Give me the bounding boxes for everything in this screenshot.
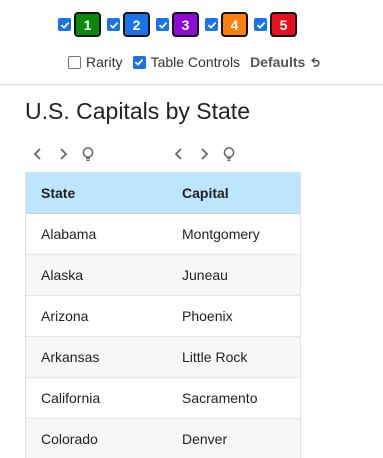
capital-column-header[interactable]: Capital — [167, 185, 300, 201]
chevron-left-icon — [33, 148, 41, 160]
state-hint-button[interactable] — [77, 143, 99, 165]
rarity-4-checkbox[interactable] — [205, 18, 218, 31]
capital-cell: Phoenix — [182, 308, 233, 324]
rarity-3-badge[interactable]: 3 — [172, 12, 199, 37]
chevron-right-icon — [201, 148, 209, 160]
capital-cell: Juneau — [182, 267, 228, 283]
rarity-3-checkbox[interactable] — [156, 18, 169, 31]
table-row: California Sacramento — [26, 378, 300, 419]
state-prev-button[interactable] — [27, 143, 49, 165]
rarity-4-badge[interactable]: 4 — [221, 12, 248, 37]
undo-icon — [311, 57, 320, 67]
state-cell: Arizona — [41, 308, 89, 324]
state-cell: Colorado — [41, 431, 98, 447]
rarity-filter-1[interactable]: 1 — [58, 12, 101, 37]
state-column-header[interactable]: State — [26, 185, 167, 201]
capital-cell: Montgomery — [182, 226, 260, 242]
table-row: Arkansas Little Rock — [26, 337, 300, 378]
rarity-filter-4[interactable]: 4 — [205, 12, 248, 37]
rarity-2-badge[interactable]: 2 — [123, 12, 150, 37]
defaults-button[interactable]: Defaults — [250, 54, 321, 70]
rarity-1-checkbox[interactable] — [58, 18, 71, 31]
capital-next-button[interactable] — [193, 143, 215, 165]
capital-hint-button[interactable] — [218, 143, 240, 165]
state-cell: Alaska — [41, 267, 84, 283]
header-divider — [0, 84, 383, 85]
state-column-controls — [27, 143, 102, 165]
table-controls-toggle[interactable]: Table Controls — [132, 54, 241, 70]
rarity-2-checkbox[interactable] — [107, 18, 120, 31]
state-cell: Alabama — [41, 226, 97, 242]
table-row: Alaska Juneau — [26, 255, 300, 296]
rarity-filter-5[interactable]: 5 — [254, 12, 297, 37]
capital-cell: Denver — [182, 431, 228, 447]
table-controls-checkbox[interactable] — [132, 55, 146, 69]
capital-prev-button[interactable] — [168, 143, 190, 165]
state-cell: Arkansas — [41, 349, 100, 365]
capital-cell: Sacramento — [182, 390, 258, 406]
table-row: Arizona Phoenix — [26, 296, 300, 337]
capital-column-controls — [168, 143, 243, 165]
rarity-label: Rarity — [86, 54, 123, 70]
rarity-5-badge[interactable]: 5 — [270, 12, 297, 37]
state-next-button[interactable] — [52, 143, 74, 165]
page-title: U.S. Capitals by State — [25, 98, 250, 124]
lightbulb-icon — [223, 147, 235, 162]
controls-row: Rarity Table Controls Defaults — [68, 54, 321, 70]
table-row: Colorado Denver — [26, 419, 300, 458]
table-header-row: State Capital — [26, 172, 300, 214]
rarity-filter-row: 1 2 3 4 5 — [58, 12, 303, 37]
lightbulb-icon — [82, 147, 94, 162]
capital-cell: Little Rock — [182, 349, 248, 365]
table-controls-label: Table Controls — [150, 54, 241, 70]
rarity-5-checkbox[interactable] — [254, 18, 267, 31]
table-nav-row — [25, 143, 301, 165]
rarity-filter-3[interactable]: 3 — [156, 12, 199, 37]
state-cell: California — [41, 390, 101, 406]
rarity-checkbox[interactable] — [68, 55, 81, 69]
table-row: Alabama Montgomery — [26, 214, 300, 255]
rarity-toggle[interactable]: Rarity — [68, 54, 123, 70]
chevron-left-icon — [174, 148, 182, 160]
chevron-right-icon — [60, 148, 68, 160]
capitals-table: State Capital Alabama Montgomery Alaska … — [25, 172, 301, 458]
rarity-filter-2[interactable]: 2 — [107, 12, 150, 37]
rarity-1-badge[interactable]: 1 — [74, 12, 101, 37]
defaults-label: Defaults — [250, 54, 306, 70]
